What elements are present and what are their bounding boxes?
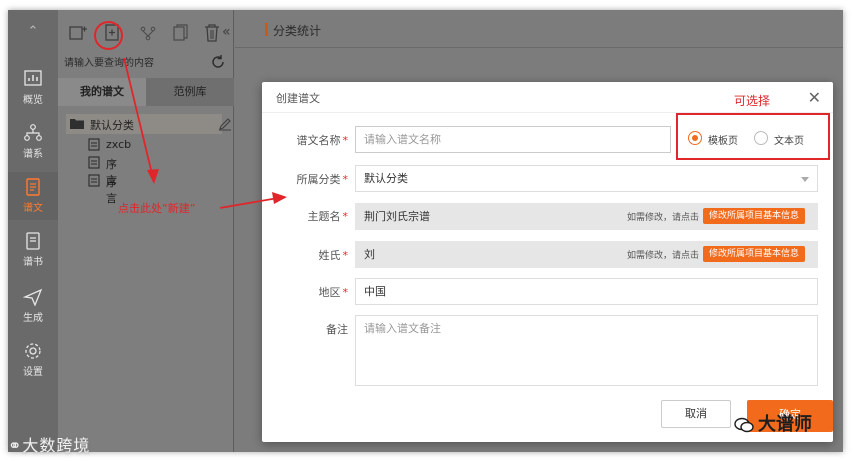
surname-value: 刘 (364, 248, 375, 261)
watermark-right: 大谱师 (734, 410, 812, 436)
subject-label: 主题名 * (307, 210, 349, 223)
region-value: 中国 (364, 285, 386, 298)
tree-item-label: zxcb (106, 138, 132, 151)
cancel-button[interactable]: 取消 (661, 400, 731, 428)
edit-project-info-button[interactable]: 修改所属项目基本信息 (703, 246, 806, 262)
title-accent-bar (265, 23, 268, 36)
document-icon (26, 178, 40, 196)
gear-icon (25, 343, 41, 359)
send-icon (23, 288, 43, 306)
rail-item-label: 谱书 (23, 257, 43, 268)
tab-sample-library[interactable]: 范例库 (146, 78, 234, 106)
chevron-down-icon (801, 177, 809, 182)
rail-item-label: 概览 (23, 95, 43, 106)
document-icon (88, 138, 100, 151)
radio-template-label: 模板页 (708, 136, 738, 147)
rail-item-label: 谱文 (23, 203, 43, 214)
note-label: 备注 (326, 323, 348, 336)
tab-my-documents[interactable]: 我的谱文 (58, 78, 146, 106)
tree-icon (24, 124, 42, 141)
chart-icon (24, 70, 42, 86)
rail-item-book[interactable]: 谱书 (8, 226, 58, 274)
radio-template-page[interactable] (688, 131, 702, 145)
book-icon (26, 232, 40, 250)
chevron-up-icon[interactable]: ⌃ (8, 24, 58, 39)
radio-text-page[interactable] (754, 131, 768, 145)
tree-search (58, 52, 234, 74)
folder-icon (70, 119, 84, 129)
tree-panel: « 我的谱文 范例库 默认分类 zxcb 序言 序言 (58, 10, 234, 452)
radio-text-label: 文本页 (774, 136, 804, 147)
page-type-selector: 模板页 文本页 (676, 113, 830, 160)
subject-hint: 如需修改，请点击 (627, 213, 700, 223)
wechat-icon (734, 417, 754, 433)
tree-root-label: 默认分类 (90, 119, 134, 132)
page-title: 分类统计 (273, 24, 322, 38)
tree-toolbar: « (58, 22, 234, 48)
region-label: 地区 * (318, 286, 349, 299)
document-icon (88, 156, 100, 169)
click-new-annotation: 点击此处“新建” (118, 202, 196, 215)
main-header: 分类统计 (235, 10, 843, 48)
document-icon (88, 174, 100, 187)
branch-icon[interactable] (138, 22, 158, 44)
surname-hint: 如需修改，请点击 (627, 251, 700, 261)
highlight-circle (94, 21, 123, 50)
note-textarea[interactable] (355, 315, 818, 386)
rail-item-label: 谱系 (23, 149, 43, 160)
watermark-left: ⚭大数跨境 (8, 436, 91, 455)
tree-tabs: 我的谱文 范例库 (58, 78, 234, 106)
collapse-panel-icon[interactable]: « (222, 24, 231, 40)
category-label: 所属分类 * (296, 173, 349, 186)
edit-project-info-button[interactable]: 修改所属项目基本信息 (703, 208, 806, 224)
rail-item-label: 生成 (23, 313, 43, 324)
refresh-icon[interactable] (210, 54, 226, 70)
icon-rail: ⌃ 概览 谱系 谱文 谱书 生成 设置 (8, 10, 58, 452)
search-input[interactable] (64, 54, 204, 72)
tree-root-category[interactable]: 默认分类 (66, 114, 231, 134)
rail-item-generate[interactable]: 生成 (8, 282, 58, 330)
category-select[interactable]: 默认分类 (355, 165, 818, 192)
rail-item-lineage[interactable]: 谱系 (8, 118, 58, 166)
rail-item-document[interactable]: 谱文 (8, 172, 58, 220)
edit-icon[interactable] (218, 117, 232, 131)
tree-item-label: 序言 (106, 176, 117, 205)
rail-item-overview[interactable]: 概览 (8, 64, 58, 112)
name-label: 谱文名称 * (296, 134, 349, 147)
close-icon[interactable]: ✕ (808, 88, 821, 107)
trash-icon[interactable] (202, 22, 222, 44)
rail-item-label: 设置 (23, 367, 43, 378)
subject-value: 荆门刘氏宗谱 (364, 210, 430, 223)
form-labels: 谱文名称 * 所属分类 * 主题名 * 姓氏 * 地区 * 备注 (262, 82, 349, 442)
create-document-dialog: 创建谱文 ✕ 谱文名称* 所属分类* 主题名* 姓氏* 地区* 备注 模板页 文… (262, 82, 833, 442)
selectable-annotation: 可选择 (734, 94, 771, 108)
document-name-input[interactable] (355, 126, 671, 153)
category-value: 默认分类 (364, 172, 408, 185)
copy-icon[interactable] (170, 22, 190, 44)
surname-label: 姓氏 * (318, 249, 349, 262)
rail-item-settings[interactable]: 设置 (8, 336, 58, 384)
region-input[interactable]: 中国 (355, 278, 818, 305)
new-folder-icon[interactable] (68, 22, 88, 44)
